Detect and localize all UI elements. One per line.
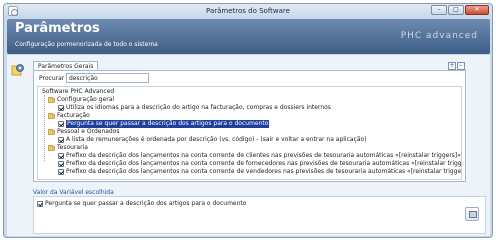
tree-item[interactable]: Prefixo da descrição dos lançamentos na … bbox=[58, 152, 461, 160]
minimize-button[interactable]: – bbox=[431, 5, 447, 15]
tree-item[interactable]: Prefixo da descrição dos lançamentos na … bbox=[58, 160, 462, 168]
folder-icon bbox=[48, 128, 55, 135]
value-checkbox[interactable] bbox=[37, 200, 43, 207]
tree-root[interactable]: Software PHC Advanced bbox=[42, 88, 114, 96]
window-title: Parâmetros do Software bbox=[206, 7, 290, 15]
page-subtitle: Configuração pormenorizada de todo o sis… bbox=[15, 41, 158, 48]
folder-icon bbox=[48, 112, 55, 119]
tree-item-selected[interactable]: Pergunta se quer passar a descrição dos … bbox=[58, 120, 270, 128]
maximize-button[interactable]: □ bbox=[448, 5, 464, 15]
add-button[interactable]: + bbox=[448, 62, 456, 70]
tree-root-label: Software PHC Advanced bbox=[42, 88, 115, 95]
settings-window-icon bbox=[8, 6, 18, 16]
window-controls: – □ ✕ bbox=[431, 5, 489, 15]
value-section-label: Valor da Variável escolhida bbox=[33, 189, 114, 196]
tree-item-label: Prefixo da descrição dos lançamentos na … bbox=[66, 168, 462, 175]
item-checkbox[interactable] bbox=[58, 105, 64, 111]
tree-item[interactable]: Prefixo da descrição dos lançamentos na … bbox=[58, 168, 462, 176]
tree-item-label: A lista de remunerações é ordenada por d… bbox=[66, 136, 367, 143]
tree-group-label: Configuração geral bbox=[57, 96, 115, 103]
folder-icon bbox=[48, 144, 55, 151]
tree-group-pessoal[interactable]: Pessoal e Ordenados bbox=[48, 128, 120, 136]
tree-connector bbox=[44, 95, 45, 161]
tree-item-label: Pergunta se quer passar a descrição dos … bbox=[66, 120, 270, 128]
tab-tools: + – bbox=[448, 62, 465, 70]
title-bar: Parâmetros do Software – □ ✕ bbox=[4, 4, 492, 18]
tree-item-label: Prefixo da descrição dos lançamentos na … bbox=[66, 152, 461, 159]
item-checkbox[interactable] bbox=[58, 169, 64, 175]
tree-item[interactable]: A lista de remunerações é ordenada por d… bbox=[58, 136, 367, 144]
brand-logo: PHC advanced bbox=[400, 31, 478, 41]
folder-icon bbox=[48, 96, 55, 103]
search-input[interactable] bbox=[66, 73, 149, 83]
tree-item[interactable]: Utiliza os idiomas para a descrição do a… bbox=[58, 104, 331, 112]
value-checkbox-row[interactable]: Pergunta se quer passar a descrição dos … bbox=[37, 200, 246, 207]
parameters-icon bbox=[11, 64, 24, 76]
value-checkbox-label: Pergunta se quer passar a descrição dos … bbox=[45, 200, 247, 207]
value-section: Pergunta se quer passar a descrição dos … bbox=[33, 196, 486, 234]
tree-group-configuracao-geral[interactable]: Configuração geral bbox=[48, 96, 114, 104]
page-header: Parâmetros Configuração pormenorizada de… bbox=[7, 19, 490, 54]
tree-group-facturacao[interactable]: Facturação bbox=[48, 112, 90, 120]
close-button[interactable]: ✕ bbox=[465, 5, 489, 15]
search-label: Procurar : bbox=[39, 75, 69, 82]
eraser-icon[interactable] bbox=[465, 207, 479, 221]
parameters-panel: Procurar : Software PHC Advanced Configu… bbox=[33, 70, 466, 182]
tree-item-label: Utiliza os idiomas para a descrição do a… bbox=[66, 104, 331, 111]
page-title: Parâmetros bbox=[15, 21, 100, 36]
tree-group-label: Tesouraria bbox=[57, 144, 88, 151]
item-checkbox[interactable] bbox=[58, 137, 64, 143]
tree-group-label: Pessoal e Ordenados bbox=[57, 128, 120, 135]
item-checkbox[interactable] bbox=[58, 161, 64, 167]
remove-button[interactable]: – bbox=[457, 62, 465, 70]
tree-group-label: Facturação bbox=[57, 112, 90, 119]
tree-item-label: Prefixo da descrição dos lançamentos na … bbox=[66, 160, 462, 167]
parameters-tree: Software PHC Advanced Configuração geral… bbox=[37, 86, 462, 180]
tree-group-tesouraria[interactable]: Tesouraria bbox=[48, 144, 88, 152]
item-checkbox[interactable] bbox=[58, 121, 64, 127]
main-content: Parâmetros Gerais + – Procurar : Softwar… bbox=[7, 55, 490, 236]
item-checkbox[interactable] bbox=[58, 153, 64, 159]
app-window: Parâmetros do Software – □ ✕ Parâmetros … bbox=[3, 3, 493, 238]
